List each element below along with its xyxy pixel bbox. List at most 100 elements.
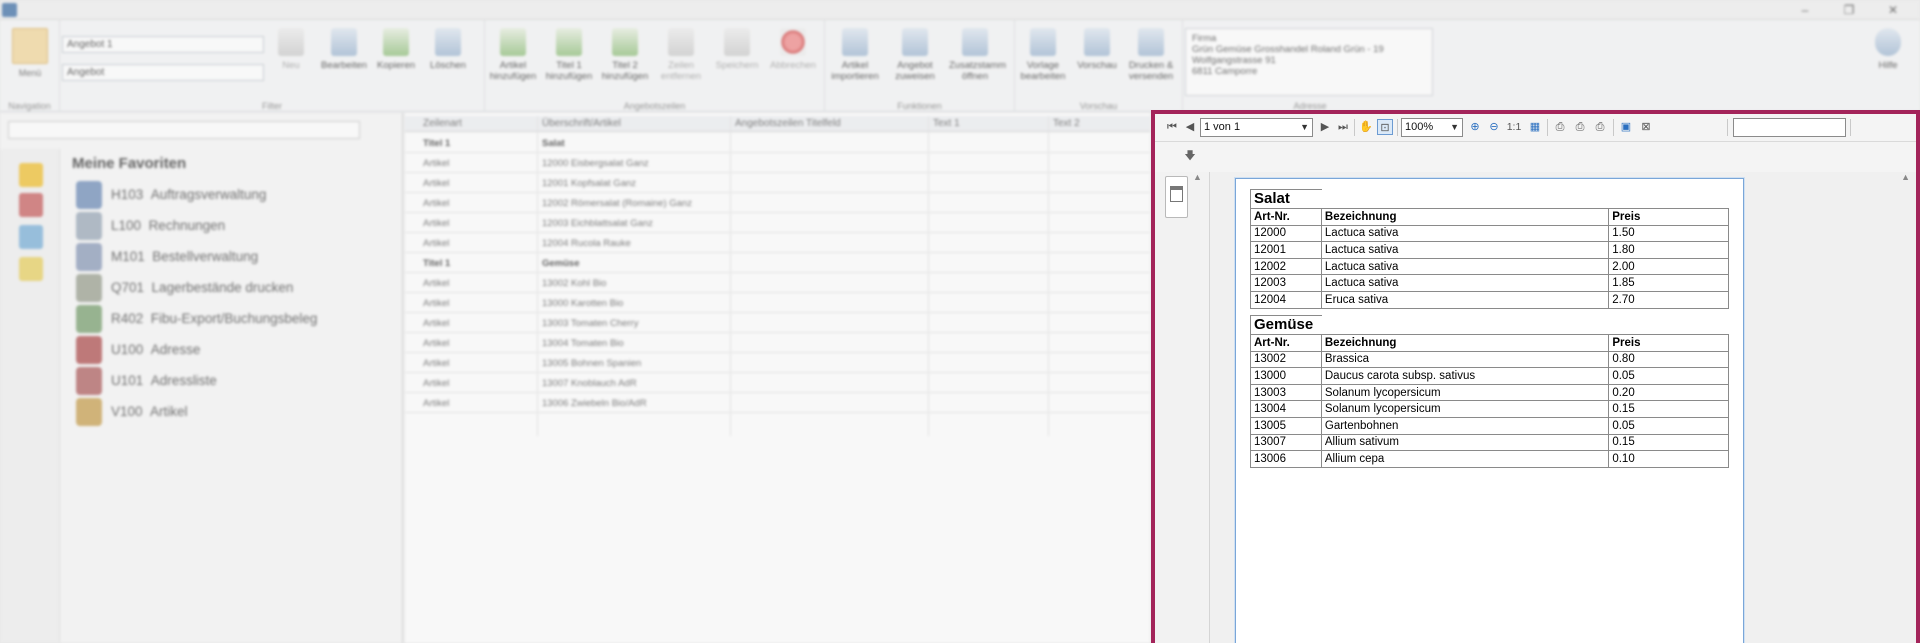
page-thumbnail-icon [1170, 186, 1183, 202]
favorite-text: Auftragsverwaltung [150, 187, 267, 202]
grid-col-text1[interactable]: Text 1 [933, 118, 960, 129]
favorite-code: Q701 [111, 280, 145, 295]
actual-size-button[interactable]: 1:1 [1503, 119, 1525, 135]
table-row: 12004 Eruca sativa 2.70 [1250, 290, 1729, 309]
add-article-icon [500, 28, 526, 56]
angebot-zuweisen-button[interactable]: Angebot zuweisen [889, 28, 941, 82]
drucken-versenden-button[interactable]: Drucken & versenden [1125, 28, 1177, 82]
table-row: 12000 Lactuca sativa 1.50 [1250, 224, 1729, 243]
row-type: Artikel [423, 398, 450, 409]
grid-col-zeilenart[interactable]: Zeilenart [423, 118, 462, 129]
find-input[interactable] [1733, 118, 1846, 137]
scroll-up-icon[interactable]: ▲ [1193, 172, 1202, 182]
page-selector[interactable]: 1 von 1 ▼ [1200, 118, 1313, 137]
table-row[interactable]: Artikel 12003 Eichblattsalat Ganz [405, 213, 1150, 233]
titel1-hinzufuegen-button[interactable]: Titel 1 hinzufügen [543, 28, 595, 82]
speichern-button[interactable]: Speichern [711, 28, 763, 71]
favorite-code: H103 [111, 187, 144, 202]
zoom-in-icon[interactable]: ⊕ [1467, 119, 1483, 135]
export-icon[interactable]: ⊠ [1638, 119, 1654, 135]
vorschau-button[interactable]: Vorschau [1071, 28, 1123, 71]
maximize-button[interactable]: ❐ [1834, 1, 1864, 19]
menu-icon[interactable] [12, 28, 48, 64]
table-row: 13007 Allium sativum 0.15 [1250, 433, 1729, 452]
favorite-text: Lagerbestände drucken [151, 280, 294, 295]
minimize-button[interactable]: – [1790, 1, 1820, 19]
hand-tool-icon[interactable]: ✋ [1358, 119, 1374, 135]
save-icon[interactable]: ▣ [1618, 119, 1634, 135]
table-row[interactable]: Artikel 13006 Zwiebeln Bio/AdR [405, 393, 1150, 413]
trash-icon [435, 28, 461, 56]
table-row[interactable]: Artikel 13004 Tomaten Bio [405, 333, 1150, 353]
bearbeiten-button[interactable]: Bearbeiten [318, 28, 370, 71]
ribbon-group-adresse: Adresse [1185, 20, 1435, 112]
folder-icon[interactable] [19, 257, 43, 281]
table-row[interactable]: Artikel 13002 Kohl Bio [405, 273, 1150, 293]
col-bezeichnung: Bezeichnung [1320, 334, 1610, 352]
row-type: Artikel [423, 338, 450, 349]
hilfe-button[interactable]: Hilfe [1862, 28, 1914, 71]
print-setup-icon[interactable]: ⎙ [1572, 119, 1588, 135]
col-preis: Preis [1608, 334, 1729, 352]
titel2-hinzufuegen-button[interactable]: Titel 2 hinzufügen [599, 28, 651, 82]
chevron-down-icon: ▼ [1300, 122, 1309, 132]
table-row[interactable]: Artikel 13003 Tomaten Cherry [405, 313, 1150, 333]
loeschen-button[interactable]: Löschen [422, 28, 474, 71]
favorite-icon [76, 367, 102, 395]
artikel-hinzufuegen-button[interactable]: Artikel hinzufügen [487, 28, 539, 82]
table-row[interactable]: Titel 1 Gemüse [405, 253, 1150, 273]
printer-icon[interactable]: ⎙ [1592, 119, 1608, 135]
arrow-down-icon[interactable]: 🡇 [1182, 148, 1198, 164]
table-row[interactable]: Artikel 13007 Knoblauch AdR [405, 373, 1150, 393]
table-row[interactable]: Artikel 13005 Bohnen Spanien [405, 353, 1150, 373]
abbrechen-button[interactable]: Abbrechen [767, 28, 819, 71]
zeilen-entfernen-label: Zeilen entfernen [660, 60, 702, 82]
zoom-out-icon[interactable]: ⊖ [1486, 119, 1502, 135]
zeilen-entfernen-button[interactable]: Zeilen entfernen [655, 28, 707, 82]
row-type: Artikel [423, 358, 450, 369]
table-header-row: Art-Nr. Bezeichnung Preis [1250, 334, 1729, 352]
kopieren-button[interactable]: Kopieren [370, 28, 422, 71]
grid-col-artikel[interactable]: Überschrift/Artikel [542, 118, 621, 129]
table-row[interactable]: Artikel 12004 Rucola Rauke [405, 233, 1150, 253]
thumbnail-toggle-button[interactable] [1165, 176, 1188, 218]
grid-col-titelfeld[interactable]: Angebotszeilen Titelfeld [735, 118, 841, 129]
neu-button[interactable]: Neu [265, 28, 317, 71]
table-row: 12001 Lactuca sativa 1.80 [1250, 241, 1729, 259]
zusatzstamm-oeffnen-button[interactable]: Zusatzstamm öffnen [949, 28, 1006, 82]
cell-bezeichnung: Lactuca sativa [1320, 241, 1610, 259]
box-icon[interactable] [19, 193, 43, 217]
col-bezeichnung: Bezeichnung [1320, 208, 1610, 226]
report-page: Salat Art-Nr. Bezeichnung Preis 12000 Lac… [1235, 178, 1744, 643]
table-row[interactable]: Titel 1 Salat [405, 133, 1150, 153]
filter-type-combo[interactable]: Angebot [62, 64, 264, 81]
sidebar-search-input[interactable] [8, 121, 360, 139]
zoom-select-icon[interactable]: ⊡ [1377, 119, 1393, 135]
map-icon[interactable] [19, 225, 43, 249]
table-row[interactable]: Artikel 13000 Karotten Bio [405, 293, 1150, 313]
star-icon[interactable] [19, 163, 43, 187]
prev-page-icon[interactable]: ◀ [1182, 119, 1198, 135]
scroll-up-icon[interactable]: ▲ [1901, 172, 1910, 182]
favorite-icon [76, 336, 102, 364]
favorite-text: Adressliste [150, 373, 217, 388]
table-row[interactable]: Artikel 12001 Kopfsalat Ganz [405, 173, 1150, 193]
filter-combo[interactable]: Angebot 1 [62, 36, 264, 53]
zoom-selector[interactable]: 100% ▼ [1401, 118, 1463, 137]
vorlage-bearbeiten-button[interactable]: Vorlage bearbeiten [1017, 28, 1069, 82]
page-area[interactable]: Salat Art-Nr. Bezeichnung Preis 12000 Lac… [1211, 172, 1916, 643]
last-page-icon[interactable]: ⏭ [1335, 119, 1351, 135]
vorschau-label: Vorschau [1077, 60, 1117, 71]
next-page-icon[interactable]: ▶ [1317, 119, 1333, 135]
close-button[interactable]: ✕ [1878, 1, 1908, 19]
favorite-icon [76, 274, 102, 302]
hilfe-label: Hilfe [1878, 60, 1898, 71]
print-icon[interactable]: ⎙ [1552, 119, 1568, 135]
first-page-icon[interactable]: ⏮ [1164, 119, 1180, 135]
table-row[interactable]: Artikel 12000 Eisbergsalat Ganz [405, 153, 1150, 173]
group-label: Angebotszeilen [623, 101, 686, 111]
artikel-importieren-button[interactable]: Artikel importieren [829, 28, 881, 82]
grid-col-text2[interactable]: Text 2 [1053, 118, 1080, 129]
table-row[interactable]: Artikel 12002 Römersalat (Romaine) Ganz [405, 193, 1150, 213]
fit-page-icon[interactable]: ▦ [1527, 119, 1543, 135]
